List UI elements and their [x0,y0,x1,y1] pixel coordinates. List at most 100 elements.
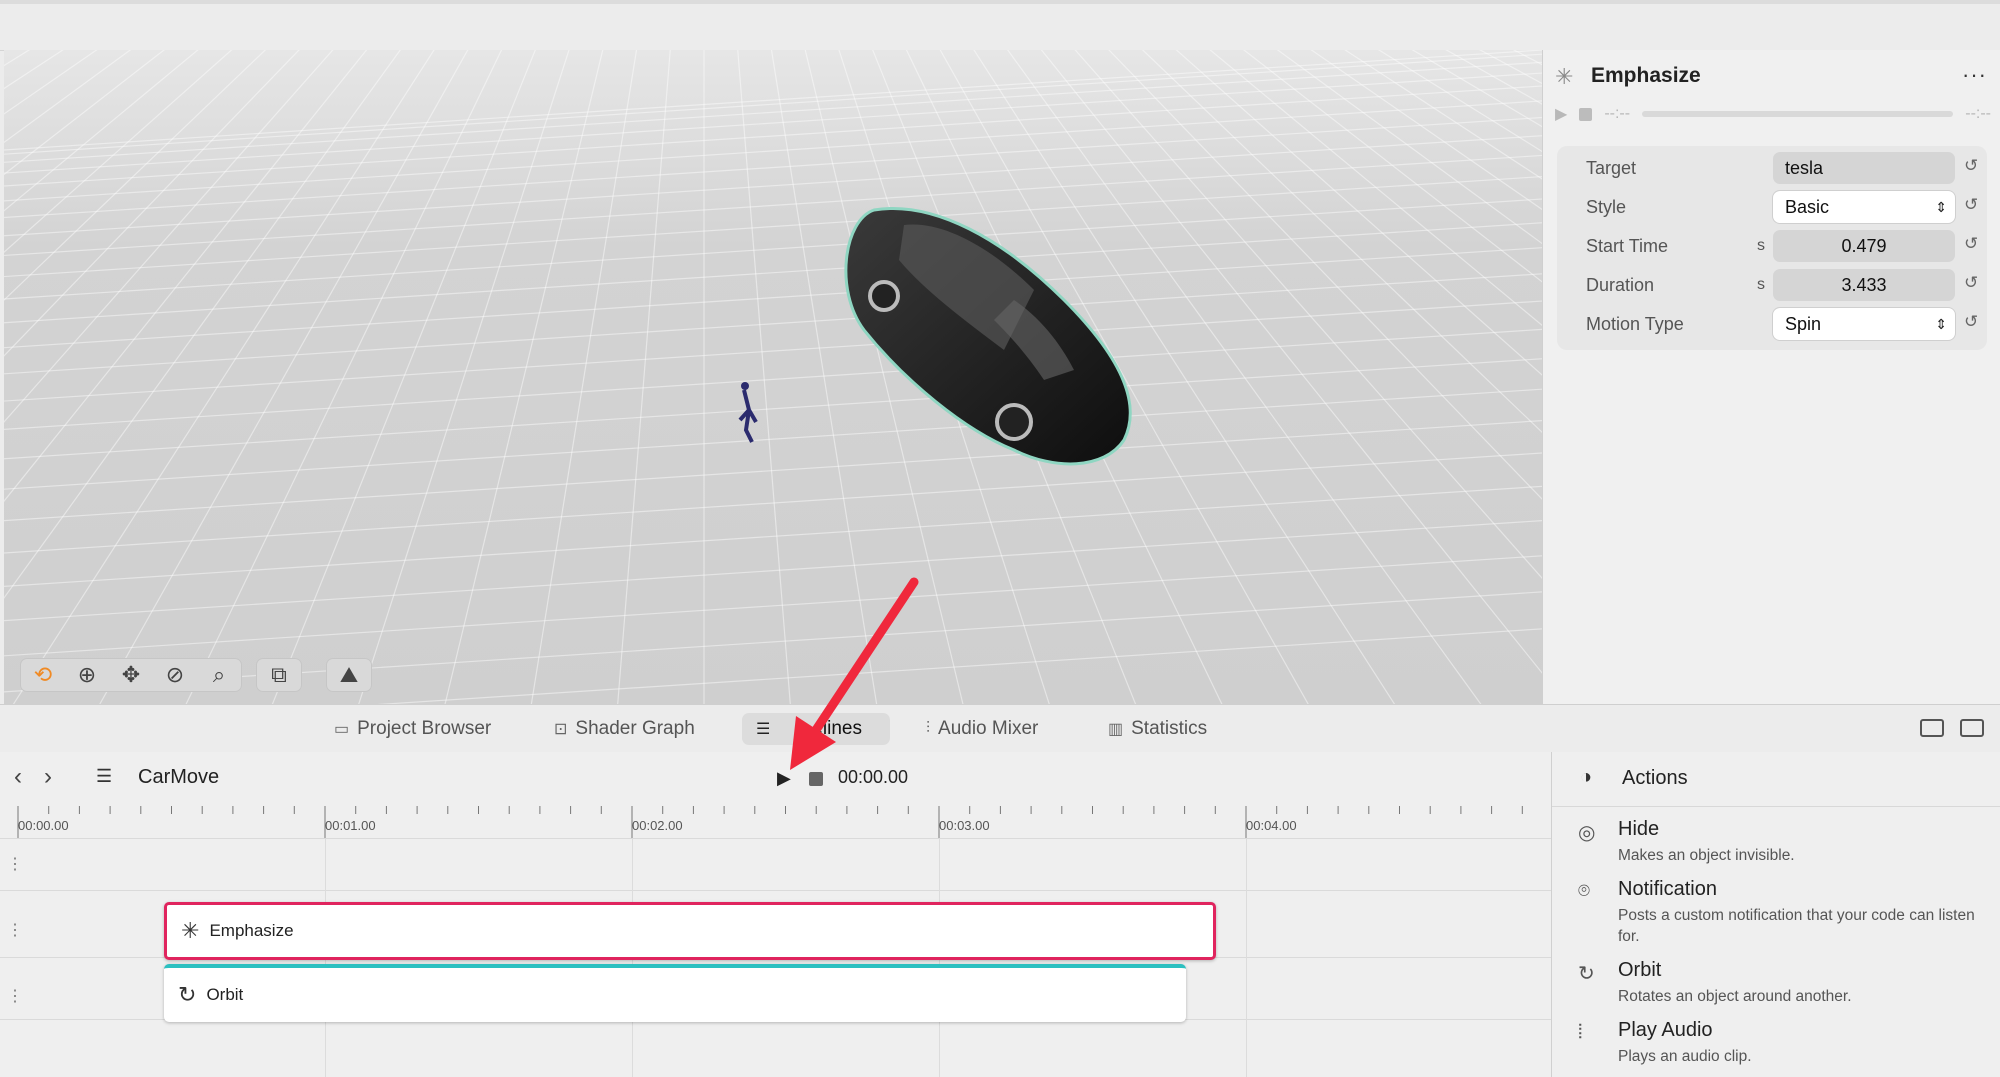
ruler-label: 00:02.00 [632,818,683,833]
viewport-grid [4,50,1542,704]
action-name: Notification [1618,878,1717,900]
property-row-style: Style Basic ⇕ ↺ [1557,189,1987,225]
timeline-icon: ☰ [756,721,771,738]
ruler-ticks [17,806,1523,838]
track-divider [0,838,1551,839]
bars-icon: ▥ [1108,721,1124,738]
mountain-icon[interactable]: ⛰ [332,661,366,689]
zoom-tool-icon[interactable]: ⌕ [202,661,236,689]
tab-shader-graph[interactable]: ⊡ Shader Graph [540,713,709,745]
toolbar-edge [0,0,2000,4]
action-description: Makes an object invisible. [1618,847,1795,864]
move-tool-icon[interactable]: ✥ [114,661,148,689]
motion-type-select-value: Spin [1785,314,1822,334]
timeline-icon: ☰ [96,766,113,786]
character-model[interactable] [738,382,758,443]
start-time-field[interactable]: 0.479 [1773,230,1955,262]
toggle-bottom-panel-icon[interactable] [1960,719,1984,737]
transform-tools: ⟲ ⊕ ✥ ⊘ ⌕ [20,658,242,692]
inspector-title: Emphasize [1591,64,1701,87]
motion-type-select[interactable]: Spin ⇕ [1773,308,1955,340]
eye-slash-icon: ◎ [1578,822,1596,844]
actions-title: Actions [1622,767,1688,789]
target-field[interactable]: tesla [1773,152,1955,184]
playback-start-label: --:-- [1604,105,1631,122]
reset-icon[interactable]: ↺ [1964,234,1978,254]
toggle-side-panel-icon[interactable] [1920,719,1944,737]
sliders-icon: ⫶ [926,720,931,737]
tab-statistics[interactable]: ▥ Statistics [1094,713,1221,745]
scene-viewport[interactable]: ⟲ ⊕ ✥ ⊘ ⌕ ⧉ ⛰ [4,50,1542,704]
more-options-button[interactable]: ··· [1962,62,1987,88]
playback-scrubber[interactable] [1642,111,1954,117]
action-notification[interactable]: ⌾ Notification Posts a custom notificati… [1552,878,2000,954]
property-label: Motion Type [1586,314,1684,334]
inspector-panel: ✳ Emphasize ··· ▶ --:-- --:-- Target tes… [1542,50,2000,704]
tab-label: Shader Graph [575,718,695,739]
playback-bar: ▶ --:-- --:-- [1555,102,1991,126]
property-list: Target tesla ↺ Style Basic ⇕ ↺ Start Time… [1557,146,1987,350]
style-select[interactable]: Basic ⇕ [1773,191,1955,223]
style-select-value: Basic [1785,197,1830,217]
timeline-name: CarMove [138,766,220,788]
ruler-label: 00:01.00 [325,818,376,833]
camera-icon[interactable]: ⧉ [262,661,296,689]
tab-label: Audio Mixer [938,718,1039,739]
window-toolbar [0,0,2000,51]
chevron-updown-icon: ⇕ [1935,316,1947,332]
reset-icon[interactable]: ↺ [1964,273,1978,293]
action-orbit[interactable]: ↻ Orbit Rotates an object around another… [1552,959,2000,1015]
playback-end-label: --:-- [1965,105,1991,122]
reset-icon[interactable]: ↺ [1964,312,1978,332]
timeline-editor: ‹ › ☰ CarMove ▶ 00:00.00 00:00.00 00:01.… [0,752,1551,1077]
tesla-model[interactable] [844,207,1132,466]
forward-icon[interactable]: › [44,763,52,791]
ruler-label: 00:00.00 [18,818,69,833]
track-grip-icon[interactable]: ⋮ [7,923,23,939]
action-name: Play Audio [1618,1019,1713,1041]
time-ruler[interactable]: 00:00.00 00:01.00 00:02.00 00:03.00 00:0… [16,806,1551,839]
play-button[interactable]: ▶ [777,768,791,789]
property-label: Start Time [1586,236,1669,256]
environment-tools: ⛰ [326,658,372,692]
orbit-tool-icon[interactable]: ⊕ [70,661,104,689]
tab-label: Project Browser [357,718,492,739]
stop-icon[interactable] [1579,107,1593,121]
property-unit: s [1757,276,1765,293]
current-time: 00:00.00 [838,767,909,787]
tab-timelines[interactable]: ☰ elines [742,713,890,745]
clip-emphasize[interactable]: ✳ Emphasize [164,902,1216,960]
action-name: Orbit [1618,959,1662,981]
camera-tools: ⧉ [256,658,302,692]
play-icon[interactable]: ▶ [1555,104,1567,124]
reset-icon[interactable]: ↺ [1964,195,1978,215]
tab-audio-mixer[interactable]: ⫶ Audio Mixer [912,713,1052,745]
clip-label: Emphasize [209,921,294,940]
rotate-tool-icon[interactable]: ⊘ [158,661,192,689]
stop-button[interactable] [809,772,823,786]
track-grip-icon[interactable]: ⋮ [7,989,23,1005]
back-icon[interactable]: ‹ [14,763,22,791]
select-tool-icon[interactable]: ⟲ [26,661,60,689]
ruler-label: 00:03.00 [939,818,990,833]
action-description: Posts a custom notification that your co… [1618,907,1975,945]
emphasize-icon: ✳ [1555,64,1574,89]
timeline-header: ‹ › ☰ CarMove ▶ 00:00.00 [0,752,1551,802]
action-play-audio[interactable]: ⦙ Play Audio Plays an audio clip. [1552,1019,2000,1075]
editor-tab-bar: ▭ Project Browser ⊡ Shader Graph ☰ elines ⫶… [0,704,2000,754]
grid-line [1246,838,1247,1077]
property-label: Style [1586,197,1627,217]
property-row-target: Target tesla ↺ [1557,150,1987,186]
action-hide[interactable]: ◎ Hide Makes an object invisible. [1552,818,2000,874]
tab-project-browser[interactable]: ▭ Project Browser [320,713,505,745]
duration-field[interactable]: 3.433 [1773,269,1955,301]
reset-icon[interactable]: ↺ [1964,156,1978,176]
property-row-motion-type: Motion Type Spin ⇕ ↺ [1557,306,1987,342]
waveform-icon: ⦙ [1578,1021,1583,1043]
orbit-icon: ↻ [178,982,197,1007]
property-row-duration: Duration s 3.433 ↺ [1557,267,1987,303]
chevron-updown-icon: ⇕ [1935,199,1947,215]
clip-label: Orbit [206,985,244,1004]
track-grip-icon[interactable]: ⋮ [7,857,23,873]
clip-orbit[interactable]: ↻ Orbit [164,964,1186,1022]
